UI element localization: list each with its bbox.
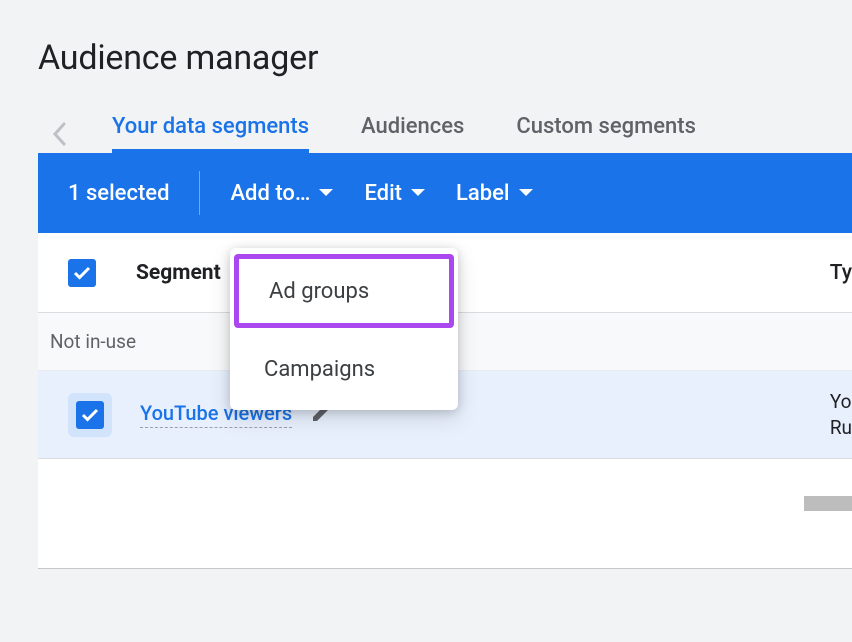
action-label-text: Label — [456, 181, 510, 206]
tabs-container: Your data segments Audiences Custom segm… — [0, 78, 852, 153]
caret-down-icon — [318, 188, 334, 198]
row-checkbox-wrap — [68, 393, 112, 437]
menu-item-ad-groups[interactable]: Ad groups — [234, 254, 454, 328]
column-segment[interactable]: Segment — [136, 261, 221, 285]
divider — [199, 171, 200, 215]
add-to-dropdown: Ad groups Campaigns — [230, 248, 458, 410]
check-icon — [81, 408, 99, 422]
add-to-button[interactable]: Add to… — [230, 181, 334, 206]
caret-down-icon — [410, 188, 426, 198]
tab-your-data-segments[interactable]: Your data segments — [86, 114, 335, 153]
scrollbar-fragment[interactable] — [804, 496, 852, 511]
back-button[interactable] — [38, 122, 86, 146]
type-line-1: Yo — [830, 389, 852, 415]
column-type[interactable]: Ty — [830, 261, 852, 285]
select-all-checkbox[interactable] — [68, 259, 96, 287]
chevron-left-icon — [52, 122, 66, 146]
check-icon — [73, 266, 91, 280]
caret-down-icon — [518, 188, 534, 198]
action-bar: 1 selected Add to… Edit Label — [38, 153, 852, 233]
table-blank-area — [38, 459, 852, 569]
label-button[interactable]: Label — [456, 181, 534, 206]
type-line-2: Ru — [830, 415, 852, 441]
page-title: Audience manager — [0, 0, 852, 78]
row-checkbox[interactable] — [76, 401, 104, 429]
edit-button[interactable]: Edit — [364, 181, 426, 206]
row-type-cell: Yo Ru — [830, 389, 852, 440]
tab-audiences[interactable]: Audiences — [335, 114, 490, 153]
add-to-label: Add to… — [230, 181, 310, 206]
menu-item-campaigns[interactable]: Campaigns — [230, 328, 458, 410]
edit-label: Edit — [364, 181, 402, 206]
tab-custom-segments[interactable]: Custom segments — [490, 114, 722, 153]
selected-count: 1 selected — [68, 181, 169, 206]
